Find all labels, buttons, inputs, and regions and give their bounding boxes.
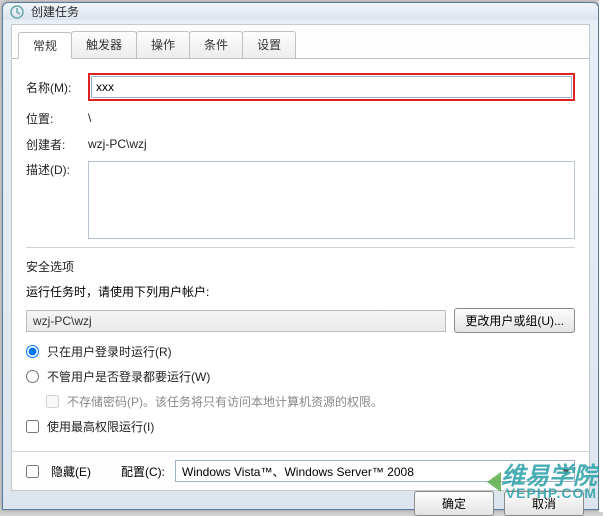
radio-any-user-label: 不管用户是否登录都要运行(W): [47, 368, 210, 385]
window-title: 创建任务: [31, 3, 79, 20]
highest-priv-label: 使用最高权限运行(I): [47, 418, 154, 435]
create-task-dialog: 创建任务 常规 触发器 操作 条件 设置 名称(M): 位置: \ 创建者: w…: [2, 2, 599, 510]
chevron-down-icon: [562, 469, 570, 474]
tab-triggers[interactable]: 触发器: [71, 31, 137, 58]
dialog-footer: 确定 取消: [3, 491, 598, 516]
creator-label: 创建者:: [26, 136, 88, 153]
no-password-label: 不存储密码(P)。该任务将只有访问本地计算机资源的权限。: [67, 393, 383, 410]
tab-conditions[interactable]: 条件: [189, 31, 243, 58]
bottom-row: 隐藏(E) 配置(C): Windows Vista™、Windows Serv…: [12, 451, 589, 490]
creator-value: wzj-PC\wzj: [88, 135, 575, 153]
app-icon: [9, 4, 25, 20]
location-value: \: [88, 109, 575, 127]
tab-settings[interactable]: 设置: [242, 31, 296, 58]
tab-strip: 常规 触发器 操作 条件 设置: [12, 25, 589, 59]
radio-logged-on-label: 只在用户登录时运行(R): [47, 343, 172, 360]
general-panel: 名称(M): 位置: \ 创建者: wzj-PC\wzj 描述(D): 安全选项…: [12, 59, 589, 451]
ok-button[interactable]: 确定: [414, 491, 494, 516]
config-select[interactable]: Windows Vista™、Windows Server™ 2008: [175, 460, 575, 482]
no-password-checkbox: [46, 395, 59, 408]
hidden-label: 隐藏(E): [51, 463, 91, 480]
desc-label: 描述(D):: [26, 161, 88, 178]
config-value: Windows Vista™、Windows Server™ 2008: [182, 463, 414, 480]
account-display: wzj-PC\wzj: [26, 310, 446, 332]
radio-any-user[interactable]: [26, 370, 39, 383]
titlebar[interactable]: 创建任务: [3, 3, 598, 20]
divider: [26, 247, 575, 248]
cancel-button[interactable]: 取消: [504, 491, 584, 516]
description-textarea[interactable]: [88, 161, 575, 239]
hidden-checkbox[interactable]: [26, 465, 39, 478]
name-label: 名称(M):: [26, 79, 88, 96]
tab-actions[interactable]: 操作: [136, 31, 190, 58]
name-input[interactable]: [91, 76, 572, 98]
tab-general[interactable]: 常规: [18, 32, 72, 59]
location-label: 位置:: [26, 110, 88, 127]
name-highlight: [88, 73, 575, 101]
config-label: 配置(C):: [121, 463, 165, 480]
change-user-button[interactable]: 更改用户或组(U)...: [454, 308, 575, 333]
run-as-label: 运行任务时，请使用下列用户帐户:: [26, 283, 575, 300]
content-area: 常规 触发器 操作 条件 设置 名称(M): 位置: \ 创建者: wzj-PC…: [11, 24, 590, 491]
highest-priv-checkbox[interactable]: [26, 420, 39, 433]
security-title: 安全选项: [26, 258, 575, 275]
radio-logged-on[interactable]: [26, 345, 39, 358]
